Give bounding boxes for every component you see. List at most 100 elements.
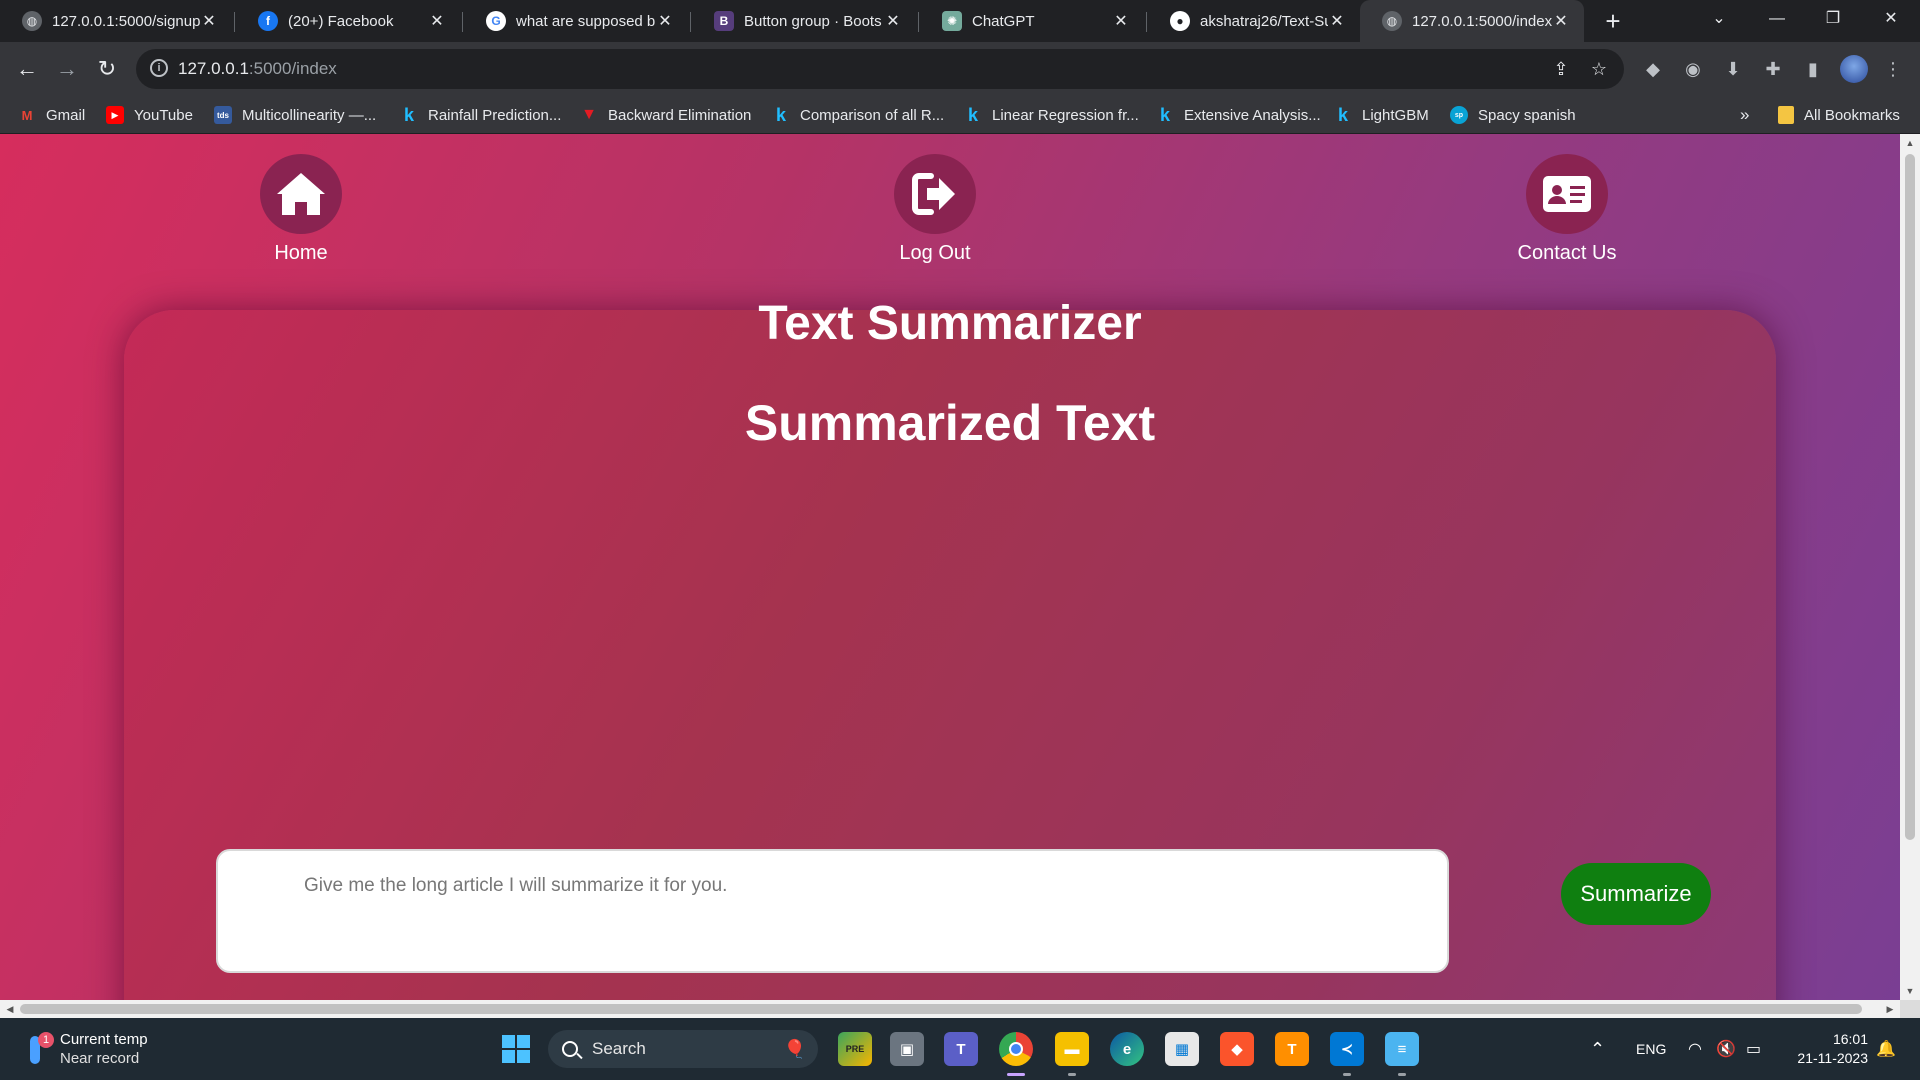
bookmark-label: LightGBM bbox=[1362, 106, 1429, 124]
bookmark-star-icon[interactable]: ☆ bbox=[1588, 58, 1610, 80]
home-icon bbox=[260, 154, 342, 234]
tab-index-active[interactable]: ◍ 127.0.0.1:5000/index ✕ bbox=[1360, 0, 1584, 42]
back-arrow-icon[interactable]: ← bbox=[10, 52, 44, 86]
reload-icon[interactable]: ↻ bbox=[90, 52, 124, 86]
tab-signup[interactable]: ◍ 127.0.0.1:5000/signup ✕ bbox=[0, 0, 232, 42]
copilot-pre-icon[interactable]: PRE bbox=[838, 1032, 872, 1066]
close-icon[interactable]: ✕ bbox=[428, 11, 446, 31]
article-input[interactable] bbox=[216, 849, 1449, 973]
tray-overflow-chevron-icon[interactable]: ⌃ bbox=[1590, 1018, 1605, 1080]
tab-separator bbox=[690, 12, 691, 32]
nav-logout[interactable]: Log Out bbox=[845, 154, 1025, 265]
notepad-icon[interactable]: ≡ bbox=[1385, 1032, 1419, 1066]
url-host: 127.0.0.1 bbox=[178, 59, 249, 78]
address-bar[interactable]: i 127.0.0.1:5000/index ⇪ ☆ bbox=[136, 49, 1624, 89]
close-icon[interactable]: ✕ bbox=[1328, 11, 1346, 31]
bookmark-spacy[interactable]: sp Spacy spanish bbox=[1450, 96, 1576, 134]
volume-muted-icon[interactable]: 🔇 bbox=[1716, 1018, 1736, 1080]
bookmark-comparison[interactable]: k Comparison of all R... bbox=[772, 96, 944, 134]
tab-separator bbox=[918, 12, 919, 32]
folder-icon bbox=[1778, 106, 1794, 124]
kebab-menu-icon[interactable]: ⋮ bbox=[1880, 56, 1906, 82]
file-explorer-icon[interactable]: ▬ bbox=[1055, 1032, 1089, 1066]
nav-logout-label: Log Out bbox=[899, 242, 971, 264]
task-view-icon[interactable]: ▣ bbox=[890, 1032, 924, 1066]
minimize-icon[interactable]: — bbox=[1750, 0, 1804, 42]
puzzle-extensions-icon[interactable]: ✚ bbox=[1760, 56, 1786, 82]
window-close-icon[interactable]: ✕ bbox=[1864, 0, 1918, 42]
v-icon: ▼ bbox=[581, 106, 597, 123]
forward-arrow-icon[interactable]: → bbox=[50, 52, 84, 86]
store-icon[interactable]: ▦ bbox=[1165, 1032, 1199, 1066]
tab-facebook[interactable]: f (20+) Facebook ✕ bbox=[236, 0, 460, 42]
horizontal-scrollbar[interactable]: ◀ ▶ bbox=[0, 1000, 1900, 1018]
extension-icon[interactable]: ◉ bbox=[1680, 56, 1706, 82]
wifi-icon[interactable]: ◠ bbox=[1688, 1018, 1702, 1080]
scroll-up-icon[interactable]: ▲ bbox=[1900, 136, 1920, 150]
vertical-scroll-thumb[interactable] bbox=[1905, 154, 1915, 840]
bookmark-lightgbm[interactable]: k LightGBM bbox=[1334, 96, 1429, 134]
close-icon[interactable]: ✕ bbox=[200, 11, 218, 31]
kaggle-icon: k bbox=[403, 104, 414, 125]
scroll-right-icon[interactable]: ▶ bbox=[1882, 1000, 1898, 1018]
page-viewport: Home Log Out Contact Us Text Summarizer … bbox=[0, 134, 1900, 1000]
vscode-icon[interactable]: ≺ bbox=[1330, 1032, 1364, 1066]
windows-start-icon[interactable] bbox=[502, 1035, 530, 1063]
bookmarks-overflow-chevron[interactable]: » bbox=[1740, 96, 1749, 134]
summarize-button[interactable]: Summarize bbox=[1561, 863, 1711, 925]
facebook-icon: f bbox=[258, 11, 278, 31]
brave-icon[interactable]: ◆ bbox=[1220, 1032, 1254, 1066]
weather-widget[interactable]: 1 Current temp Near record bbox=[26, 1030, 148, 1068]
vertical-scrollbar[interactable]: ▲ ▼ bbox=[1900, 134, 1920, 1000]
side-panel-icon[interactable]: ▮ bbox=[1800, 56, 1826, 82]
close-icon[interactable]: ✕ bbox=[1112, 11, 1130, 31]
edge-icon[interactable]: e bbox=[1110, 1032, 1144, 1066]
tensorflow-icon[interactable]: T bbox=[1275, 1032, 1309, 1066]
close-icon[interactable]: ✕ bbox=[656, 11, 674, 31]
kaggle-icon: k bbox=[775, 104, 786, 125]
tab-title: ChatGPT bbox=[972, 12, 1035, 30]
download-icon[interactable]: ⬇ bbox=[1720, 56, 1746, 82]
share-icon[interactable]: ⇪ bbox=[1550, 58, 1572, 80]
bookmark-youtube[interactable]: ▶ YouTube bbox=[106, 96, 193, 134]
close-icon[interactable]: ✕ bbox=[884, 11, 902, 31]
language-indicator[interactable]: ENG bbox=[1636, 1018, 1666, 1080]
notification-bell-icon[interactable]: 🔔 bbox=[1876, 1018, 1896, 1080]
weather-subtitle: Near record bbox=[60, 1050, 140, 1067]
tab-bootstrap[interactable]: B Button group · Boots ✕ bbox=[692, 0, 916, 42]
bookmark-extensive-analysis[interactable]: k Extensive Analysis... bbox=[1156, 96, 1321, 134]
tab-google[interactable]: G what are supposed b ✕ bbox=[464, 0, 688, 42]
tab-separator bbox=[1146, 12, 1147, 32]
tab-chatgpt[interactable]: ✺ ChatGPT ✕ bbox=[920, 0, 1144, 42]
bookmark-backward-elimination[interactable]: ▼ Backward Elimination bbox=[580, 96, 751, 134]
bookmark-gmail[interactable]: M Gmail bbox=[18, 96, 86, 134]
scroll-down-icon[interactable]: ▼ bbox=[1900, 984, 1920, 998]
nav-home[interactable]: Home bbox=[211, 154, 391, 265]
tab-github[interactable]: ● akshatraj26/Text-Sum ✕ bbox=[1148, 0, 1360, 42]
address-url[interactable]: 127.0.0.1:5000/index bbox=[178, 59, 337, 79]
tds-icon: tds bbox=[214, 106, 232, 124]
tab-search-chevron-icon[interactable]: ⌄ bbox=[1692, 0, 1746, 42]
bookmark-multicollinearity[interactable]: tds Multicollinearity —... bbox=[214, 96, 376, 134]
profile-avatar[interactable] bbox=[1840, 55, 1868, 83]
close-icon[interactable]: ✕ bbox=[1552, 11, 1570, 31]
extension-icon[interactable]: ◆ bbox=[1640, 56, 1666, 82]
google-icon: G bbox=[486, 11, 506, 31]
bookmark-label: Extensive Analysis... bbox=[1184, 106, 1321, 124]
new-tab-button[interactable]: + bbox=[1598, 6, 1628, 36]
chrome-icon[interactable] bbox=[999, 1032, 1033, 1066]
gmail-icon: M bbox=[21, 107, 33, 123]
bookmark-rainfall[interactable]: k Rainfall Prediction... bbox=[400, 96, 561, 134]
taskbar-search[interactable]: Search 🎈 bbox=[548, 1030, 818, 1068]
bookmark-linear-regression[interactable]: k Linear Regression fr... bbox=[964, 96, 1139, 134]
horizontal-scroll-thumb[interactable] bbox=[20, 1004, 1862, 1014]
restore-icon[interactable]: ❐ bbox=[1806, 0, 1860, 42]
site-info-icon[interactable]: i bbox=[150, 59, 168, 77]
teams-icon[interactable]: T bbox=[944, 1032, 978, 1066]
all-bookmarks[interactable]: All Bookmarks bbox=[1778, 96, 1900, 134]
scroll-left-icon[interactable]: ◀ bbox=[2, 1000, 18, 1018]
nav-contact[interactable]: Contact Us bbox=[1477, 154, 1657, 265]
system-clock[interactable]: 16:01 21-11-2023 bbox=[1780, 1030, 1868, 1068]
tab-title: (20+) Facebook bbox=[288, 12, 394, 30]
battery-icon[interactable]: ▭ bbox=[1746, 1018, 1761, 1080]
